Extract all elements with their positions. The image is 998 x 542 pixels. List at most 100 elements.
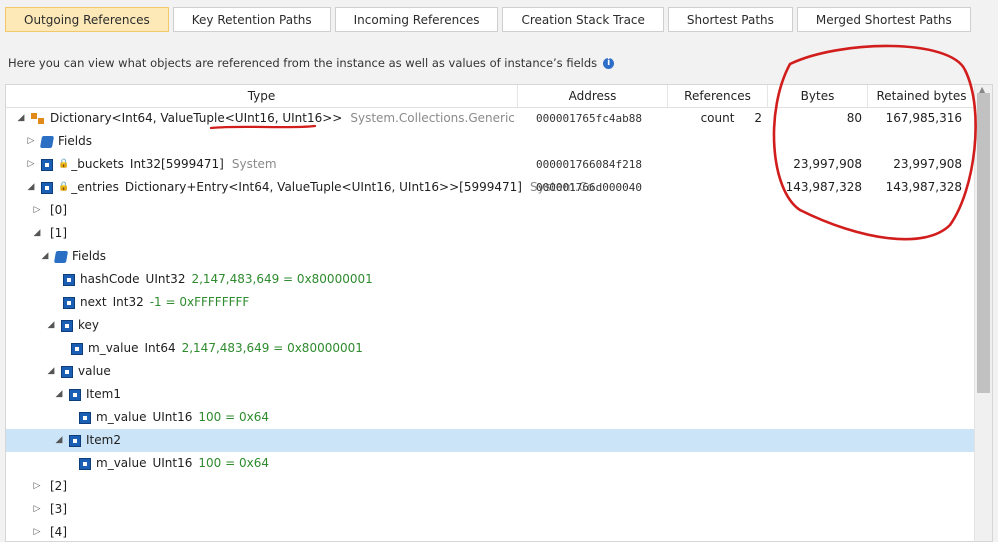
- field-icon: [63, 296, 75, 309]
- tab-key-retention-paths[interactable]: Key Retention Paths: [172, 7, 331, 32]
- tree-row-item2-m-value[interactable]: m_value UInt16 100 = 0x64: [6, 452, 976, 475]
- node-address: 000001765fc4ab88: [536, 112, 642, 125]
- collapsed-arrow-icon[interactable]: ▷: [24, 153, 38, 176]
- node-name: value: [78, 364, 111, 378]
- info-icon[interactable]: i: [603, 57, 615, 69]
- node-name: m_value: [96, 456, 147, 470]
- description-bar: Here you can view what objects are refer…: [8, 56, 615, 70]
- dictionary-class-icon: [31, 112, 45, 125]
- vertical-scrollbar[interactable]: ▲: [974, 85, 992, 541]
- tab-merged-shortest-paths[interactable]: Merged Shortest Paths: [796, 7, 971, 32]
- node-name: [2]: [50, 479, 67, 493]
- node-type: Int32: [112, 295, 144, 309]
- node-namespace: System: [231, 157, 277, 171]
- tab-outgoing-references[interactable]: Outgoing References: [5, 7, 169, 32]
- tree-row-dictionary[interactable]: ◢ Dictionary<Int64, ValueTuple<UInt16, U…: [6, 107, 976, 130]
- node-value: 100 = 0x64: [198, 456, 269, 470]
- expanded-arrow-icon[interactable]: ◢: [30, 222, 44, 245]
- tree-row-entry-3[interactable]: ▷ [3]: [6, 498, 976, 521]
- tab-incoming-references[interactable]: Incoming References: [334, 7, 499, 32]
- field-icon: [61, 365, 73, 378]
- column-header-references-count[interactable]: References count: [668, 85, 768, 125]
- node-value: 100 = 0x64: [198, 410, 269, 424]
- field-icon: [41, 181, 53, 194]
- node-address: 000001766084f218: [536, 158, 642, 171]
- column-header-retained-bytes[interactable]: Retained bytes: [868, 85, 976, 107]
- expanded-arrow-icon[interactable]: ◢: [52, 383, 66, 406]
- node-references-count: 2: [754, 111, 762, 125]
- tree-row-entry-1[interactable]: ◢ [1]: [6, 222, 976, 245]
- tree-row-item1-m-value[interactable]: m_value UInt16 100 = 0x64: [6, 406, 976, 429]
- tree-row-item1[interactable]: ◢ Item1: [6, 383, 976, 406]
- fields-group-icon: [53, 250, 69, 263]
- tab-creation-stack-trace[interactable]: Creation Stack Trace: [502, 7, 664, 32]
- tree-row-next[interactable]: next Int32 -1 = 0xFFFFFFFF: [6, 291, 976, 314]
- field-icon: [69, 388, 81, 401]
- node-name: Item2: [86, 433, 121, 447]
- expanded-arrow-icon[interactable]: ◢: [38, 245, 52, 268]
- tree-row-entry-0[interactable]: ▷ [0]: [6, 199, 976, 222]
- tree-row-fields[interactable]: ▷ Fields: [6, 130, 976, 153]
- readonly-lock-icon: 🔒: [58, 159, 70, 169]
- expanded-arrow-icon[interactable]: ◢: [14, 107, 28, 130]
- tree-row-hashcode[interactable]: hashCode UInt32 2,147,483,649 = 0x800000…: [6, 268, 976, 291]
- collapsed-arrow-icon[interactable]: ▷: [30, 199, 44, 222]
- collapsed-arrow-icon[interactable]: ▷: [30, 521, 44, 541]
- node-name: _entries: [71, 180, 119, 194]
- node-name: m_value: [88, 341, 139, 355]
- tree-row-buckets[interactable]: ▷ 🔒 _buckets Int32[5999471] System 00000…: [6, 153, 976, 176]
- field-icon: [79, 457, 91, 470]
- node-name: hashCode: [80, 272, 140, 286]
- tree-row-key[interactable]: ◢ key: [6, 314, 976, 337]
- node-name: key: [78, 318, 100, 332]
- expanded-arrow-icon[interactable]: ◢: [44, 360, 58, 383]
- node-namespace: System.Collections.Generic: [350, 111, 515, 125]
- expanded-arrow-icon[interactable]: ◢: [52, 429, 66, 452]
- node-name: Dictionary<Int64, ValueTuple<UInt16, UIn…: [50, 111, 343, 125]
- node-type: UInt16: [152, 410, 193, 424]
- tree-row-value[interactable]: ◢ value: [6, 360, 976, 383]
- node-type: Int64: [144, 341, 176, 355]
- tree-row-key-m-value[interactable]: m_value Int64 2,147,483,649 = 0x80000001: [6, 337, 976, 360]
- references-grid: Type Address References count Bytes Reta…: [5, 84, 993, 542]
- node-bytes: 80: [846, 111, 862, 125]
- node-name: [1]: [50, 226, 67, 240]
- node-name: m_value: [96, 410, 147, 424]
- description-text: Here you can view what objects are refer…: [8, 56, 598, 70]
- field-icon: [41, 158, 53, 171]
- column-header-type[interactable]: Type: [6, 85, 518, 107]
- field-icon: [61, 319, 73, 332]
- column-header-address[interactable]: Address: [518, 85, 668, 107]
- node-retained-bytes: 167,985,316: [885, 111, 962, 125]
- readonly-lock-icon: 🔒: [58, 182, 70, 192]
- node-address: 000001766d000040: [536, 181, 642, 194]
- node-name: [3]: [50, 502, 67, 516]
- node-type: UInt32: [145, 272, 186, 286]
- tree-row-entries[interactable]: ◢ 🔒 _entries Dictionary+Entry<Int64, Val…: [6, 176, 976, 199]
- tab-shortest-paths[interactable]: Shortest Paths: [667, 7, 793, 32]
- node-name: [4]: [50, 525, 67, 539]
- node-retained-bytes: 23,997,908: [893, 157, 962, 171]
- node-value: -1 = 0xFFFFFFFF: [149, 295, 250, 309]
- node-name: Fields: [72, 249, 106, 263]
- collapsed-arrow-icon[interactable]: ▷: [30, 498, 44, 521]
- column-header-bytes[interactable]: Bytes: [768, 85, 868, 107]
- field-icon: [63, 273, 75, 286]
- field-icon: [71, 342, 83, 355]
- tree-row-fields[interactable]: ◢ Fields: [6, 245, 976, 268]
- collapsed-arrow-icon[interactable]: ▷: [30, 475, 44, 498]
- node-type: UInt16: [152, 456, 193, 470]
- node-name: [0]: [50, 203, 67, 217]
- node-bytes: 143,987,328: [785, 180, 862, 194]
- scrollbar-thumb[interactable]: [977, 93, 990, 393]
- expanded-arrow-icon[interactable]: ◢: [24, 176, 38, 199]
- collapsed-arrow-icon[interactable]: ▷: [24, 130, 38, 153]
- field-icon: [69, 434, 81, 447]
- node-value: 2,147,483,649 = 0x80000001: [181, 341, 363, 355]
- node-type: Int32[5999471]: [129, 157, 224, 171]
- tree-row-entry-2[interactable]: ▷ [2]: [6, 475, 976, 498]
- expanded-arrow-icon[interactable]: ◢: [44, 314, 58, 337]
- tree-row-entry-4[interactable]: ▷ [4]: [6, 521, 976, 541]
- node-retained-bytes: 143,987,328: [885, 180, 962, 194]
- tree-row-item2[interactable]: ◢ Item2: [6, 429, 976, 452]
